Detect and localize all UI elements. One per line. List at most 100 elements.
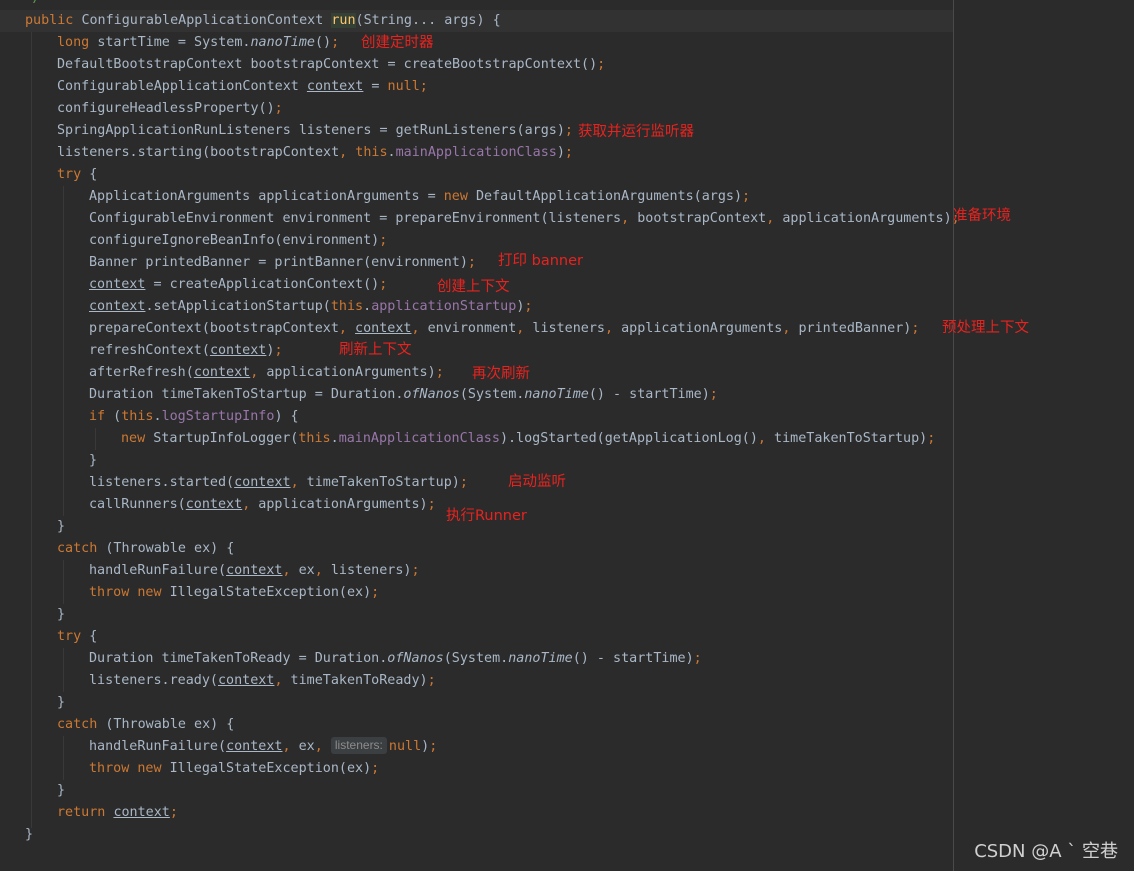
code-text: ) — [556, 145, 565, 160]
code-line: refreshContext(context); — [89, 340, 283, 362]
brace: { — [81, 167, 98, 182]
keyword: try — [57, 167, 82, 182]
code-text: handleRunFailure( — [89, 563, 227, 578]
variable-context[interactable]: context — [226, 739, 282, 754]
indent-guide — [63, 736, 64, 780]
code-line: } — [57, 604, 65, 626]
field: mainApplicationClass — [338, 431, 500, 446]
code-text: (Throwable ex) { — [97, 541, 235, 556]
indent-guide — [63, 560, 64, 604]
comma: , — [338, 321, 347, 336]
variable-context[interactable]: context — [226, 563, 282, 578]
semicolon: ; — [427, 497, 436, 512]
variable-context[interactable]: context — [89, 277, 145, 292]
annotation-timer: 创建定时器 — [361, 35, 434, 51]
annotation-start-listen: 启动监听 — [508, 474, 566, 490]
code-line: context = createApplicationContext(); — [89, 274, 387, 296]
code-text: ConfigurableEnvironment environment = pr… — [89, 211, 622, 226]
code-text: ( — [105, 409, 122, 424]
comma: , — [274, 673, 283, 688]
code-editor[interactable]: */ public ConfigurableApplicationContext… — [0, 0, 1134, 871]
semicolon: ; — [467, 255, 476, 270]
code-text: IllegalStateException(ex) — [169, 761, 372, 776]
code-text: listeners.started( — [89, 475, 235, 490]
keyword: return — [57, 805, 106, 820]
annotation-create-context: 创建上下文 — [437, 279, 510, 295]
code-text: Banner printedBanner = printBanner(envir… — [89, 255, 468, 270]
code-text: listeners.ready( — [89, 673, 218, 688]
comma: , — [314, 563, 323, 578]
method-name[interactable]: run — [331, 13, 356, 28]
keyword: this — [330, 299, 364, 314]
comma: , — [314, 739, 323, 754]
code-line: Duration timeTakenToReady = Duration.ofN… — [89, 648, 702, 670]
variable-context[interactable]: context — [89, 299, 145, 314]
annotation-refresh-again: 再次刷新 — [472, 366, 530, 382]
keyword: this — [121, 409, 154, 424]
semicolon: ; — [911, 321, 920, 336]
code-text: handleRunFailure( — [89, 739, 227, 754]
keyword: new — [443, 189, 468, 204]
code-text: Duration timeTakenToStartup = Duration. — [89, 387, 404, 402]
code-line: prepareContext(bootstrapContext, context… — [89, 318, 919, 340]
semicolon: ; — [459, 475, 468, 490]
variable-context[interactable]: context — [194, 365, 250, 380]
code-line: new StartupInfoLogger(this.mainApplicati… — [121, 431, 936, 446]
brace: } — [25, 827, 34, 842]
code-line: configureIgnoreBeanInfo(environment); — [89, 230, 387, 252]
semicolon: ; — [564, 145, 573, 160]
keyword: public — [25, 13, 74, 28]
code-text: StartupInfoLogger( — [153, 431, 299, 446]
code-text: timeTakenToReady) — [282, 673, 428, 688]
code-line: configureHeadlessProperty(); — [57, 98, 283, 120]
variable-context[interactable]: context — [218, 673, 274, 688]
semicolon: ; — [427, 673, 436, 688]
variable-context[interactable]: context — [113, 805, 169, 820]
code-text: configureHeadlessProperty() — [57, 101, 275, 116]
code-line: throw new IllegalStateException(ex); — [89, 758, 379, 780]
code-line: Duration timeTakenToStartup = Duration.o… — [89, 384, 718, 406]
code-text: refreshContext( — [89, 343, 210, 358]
keyword: new — [137, 761, 162, 776]
field: logStartupInfo — [161, 409, 275, 424]
code-text: ).logStarted(getApplicationLog() — [499, 431, 758, 446]
keyword: new — [121, 431, 146, 446]
doc-comment-end: */ — [25, 0, 41, 6]
comma: , — [757, 431, 766, 446]
semicolon: ; — [597, 57, 606, 72]
brace: } — [57, 519, 66, 534]
keyword: new — [137, 585, 162, 600]
code-line: SpringApplicationRunListeners listeners … — [57, 120, 573, 142]
variable-context[interactable]: context — [355, 321, 411, 336]
keyword: throw — [89, 585, 130, 600]
comma: , — [339, 145, 348, 160]
annotation-environment: 准备环境 — [953, 208, 1011, 224]
code-line: listeners.ready(context, timeTakenToRead… — [89, 670, 436, 692]
code-text: startTime = System. — [97, 35, 251, 50]
code-line: listeners.starting(bootstrapContext, thi… — [57, 145, 573, 160]
code-text: prepareContext(bootstrapContext — [89, 321, 339, 336]
code-text: ) { — [274, 409, 299, 424]
comma: , — [621, 211, 630, 226]
code-line: } — [57, 516, 65, 538]
variable-context[interactable]: context — [234, 475, 290, 490]
semicolon: ; — [524, 299, 533, 314]
code-line: } — [57, 692, 65, 714]
indent-guide — [31, 32, 32, 828]
code-text: DefaultBootstrapContext bootstrapContext… — [57, 57, 598, 72]
semicolon: ; — [693, 651, 702, 666]
variable-context[interactable]: context — [307, 79, 363, 94]
keyword: catch — [57, 541, 98, 556]
keyword: this — [355, 145, 388, 160]
code-text: ex — [290, 739, 315, 754]
code-text: environment — [419, 321, 517, 336]
semicolon: ; — [169, 805, 178, 820]
code-text: () — [315, 35, 332, 50]
semicolon: ; — [742, 189, 751, 204]
variable-context[interactable]: context — [186, 497, 242, 512]
code-text: IllegalStateException(ex) — [169, 585, 372, 600]
variable-context[interactable]: context — [210, 343, 266, 358]
field: applicationStartup — [371, 299, 517, 314]
code-line: ApplicationArguments applicationArgument… — [89, 186, 750, 208]
comma: , — [411, 321, 420, 336]
